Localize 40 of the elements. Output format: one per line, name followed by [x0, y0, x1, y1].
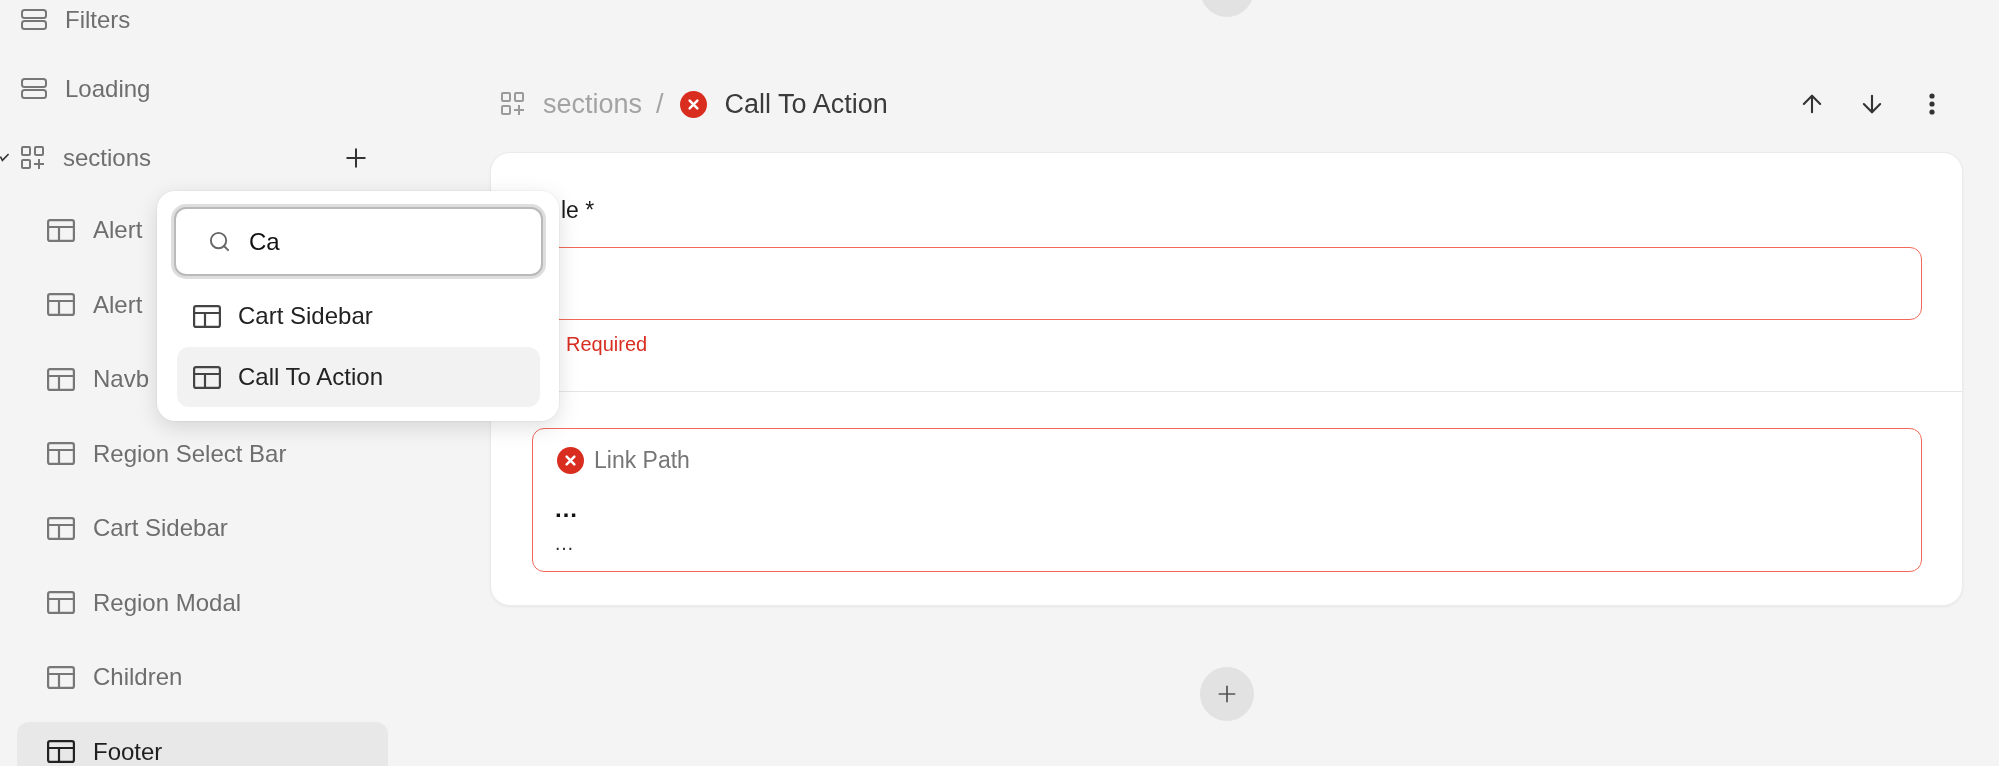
chevron-down-icon[interactable] — [0, 153, 9, 162]
layout-icon — [47, 442, 75, 465]
more-icon — [1929, 93, 1935, 115]
rows-icon — [21, 9, 47, 30]
field-label: Link Path — [594, 446, 690, 474]
sidebar-item[interactable]: Alert — [17, 274, 149, 335]
sidebar-item[interactable]: Region Modal — [17, 572, 248, 633]
layout-icon — [47, 740, 75, 763]
rows-icon — [21, 78, 47, 99]
search-field[interactable]: Ca — [174, 207, 543, 276]
layout-icon — [47, 367, 75, 391]
sidebar-item[interactable]: Cart Sidebar — [17, 498, 234, 558]
sidebar-item[interactable]: Filters — [0, 0, 388, 54]
error-icon — [557, 446, 584, 474]
layout-icon — [47, 591, 75, 614]
error-message: Required — [566, 332, 648, 356]
menu-item[interactable]: Call To Action — [177, 347, 540, 407]
sidebar-item[interactable]: Region Select Bar — [17, 423, 293, 484]
grid-plus-icon — [21, 145, 45, 170]
layout-icon — [193, 304, 221, 328]
sidebar-item[interactable]: Loading — [0, 54, 388, 123]
search-icon — [208, 230, 231, 253]
menu-item[interactable]: Cart Sidebar — [177, 286, 540, 346]
preview-text: … — [554, 531, 574, 555]
layout-icon — [193, 365, 221, 389]
sidebar-item[interactable]: Children — [17, 647, 189, 707]
sidebar-item[interactable]: Footer — [17, 721, 388, 766]
breadcrumb-current: Call To Action — [724, 88, 888, 120]
preview-text: … — [554, 495, 578, 523]
layout-icon — [47, 665, 75, 689]
field-label: le * — [561, 196, 595, 224]
layout-icon — [47, 293, 75, 316]
sidebar-item[interactable]: Alert — [17, 200, 149, 260]
grid-plus-icon — [501, 92, 525, 116]
sidebar-item[interactable]: sections — [0, 123, 388, 192]
link-field[interactable]: Link Path … … — [532, 428, 1922, 572]
breadcrumb-separator: / — [656, 88, 664, 120]
layout-icon — [47, 218, 75, 242]
layout-icon — [47, 516, 75, 540]
sidebar-item[interactable]: Navb — [17, 349, 156, 409]
